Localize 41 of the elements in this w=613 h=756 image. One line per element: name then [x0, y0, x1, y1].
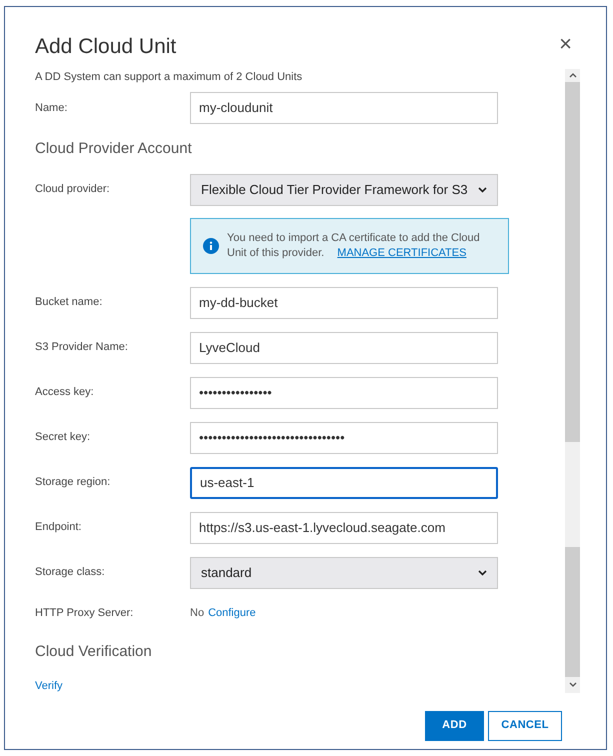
input-field[interactable]: us-east-1 [190, 466, 498, 498]
dialog-title: Add Cloud Unit [35, 34, 176, 60]
dropdown[interactable]: standard [190, 556, 498, 588]
field-label: Cloud provider: [35, 182, 111, 198]
section-heading: Cloud Provider Account [35, 139, 193, 159]
info-icon [203, 238, 219, 254]
input-field[interactable]: •••••••••••••••••••••••••••••••• [190, 422, 498, 454]
field-label: Secret key: [35, 430, 92, 446]
chevron-down-icon[interactable] [568, 682, 576, 687]
scrollbar[interactable] [565, 68, 580, 692]
configure-link[interactable]: Configure [208, 604, 256, 621]
input-field[interactable]: my-cloudunit [190, 92, 498, 124]
chevron-up-icon[interactable] [568, 72, 576, 78]
field-label: Name: [35, 100, 68, 116]
add-button[interactable]: ADD [425, 710, 484, 740]
field-label: Storage class: [35, 565, 106, 580]
close-button[interactable]: × [559, 33, 572, 55]
dropdown-value: standard [201, 564, 252, 582]
proxy-status: No [190, 606, 204, 620]
field-label: Access key: [35, 385, 95, 400]
info-message: You need to import a CA certificate to add the Cloud Unit of this provider. MANAGE CERTIFICATES [227, 230, 481, 260]
input-field[interactable]: https://s3.us-east-1.lyvecloud.seagate.com [190, 512, 498, 544]
chevron-down-icon [478, 570, 487, 576]
field-label: Endpoint: [35, 520, 82, 536]
dropdown[interactable]: Flexible Cloud Tier Provider Framework for S3 [190, 174, 498, 206]
chevron-down-icon [478, 186, 487, 192]
scrollbar-thumb[interactable] [565, 82, 580, 442]
field-label: HTTP Proxy Server: [35, 606, 134, 620]
scrollbar-thumb[interactable] [565, 546, 580, 676]
input-field[interactable]: LyveCloud [190, 332, 498, 364]
verify-link[interactable]: Verify [35, 678, 63, 692]
subtitle-text: A DD System can support a maximum of 2 Cloud Units [35, 70, 304, 84]
section-heading: Cloud Verification [35, 642, 153, 662]
input-field[interactable]: •••••••••••••••• [190, 376, 498, 408]
manage-certificates-link[interactable]: MANAGE CERTIFICATES [337, 246, 466, 258]
field-label: Storage region: [35, 475, 112, 490]
field-label: Bucket name: [35, 295, 104, 310]
input-field[interactable]: my-dd-bucket [190, 286, 498, 318]
cancel-button[interactable]: CANCEL [488, 710, 562, 740]
field-label: S3 Provider Name: [35, 340, 129, 356]
dropdown-value: Flexible Cloud Tier Provider Framework for S3 [201, 180, 468, 199]
